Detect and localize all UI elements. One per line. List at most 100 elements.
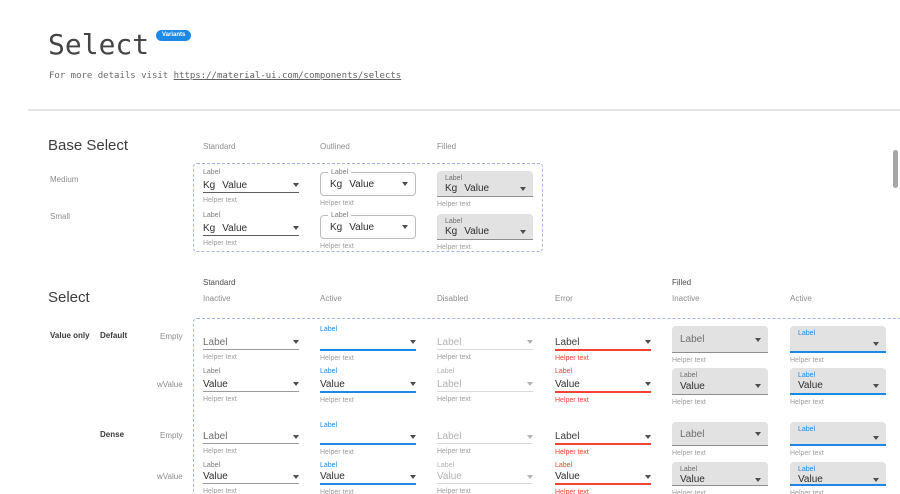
select-value: Label	[680, 334, 704, 345]
select-field-standard-disabled-dense-wvalue[interactable]: Value	[437, 470, 533, 483]
select-underline	[437, 349, 533, 350]
select-value: Value	[437, 471, 462, 482]
select-field-filled-active-dense-empty[interactable]: Label	[790, 422, 886, 446]
select-field-standard-inactive-dense-wvalue[interactable]: Value	[203, 470, 299, 483]
helper-text: Helper text	[437, 201, 533, 208]
select-field-standard-active-default-wvalue[interactable]: Value	[320, 377, 416, 391]
select-field-standard-error-default-empty[interactable]: Label	[555, 335, 651, 349]
dropdown-arrow-icon[interactable]	[410, 340, 416, 344]
helper-text: Helper text	[203, 197, 299, 204]
select-field-standard-disabled-dense-empty[interactable]: Label	[437, 430, 533, 443]
select-value: Value	[680, 474, 705, 485]
state-header-disabled: Disabled	[437, 294, 468, 303]
select-field-standard-active-dense-wvalue[interactable]: Value	[320, 470, 416, 483]
select-field-filled-inactive-default-wvalue[interactable]: LabelValue	[672, 368, 768, 395]
dropdown-arrow-icon[interactable]	[873, 384, 879, 388]
dropdown-arrow-icon[interactable]	[645, 435, 651, 439]
dropdown-arrow-icon[interactable]	[755, 432, 761, 436]
select-label: Label	[437, 367, 533, 377]
dropdown-arrow-icon[interactable]	[873, 436, 879, 440]
base-select-cell-base-standard-small: LabelKgValueHelper text	[203, 211, 299, 247]
scrollbar-thumb[interactable]	[893, 150, 898, 188]
column-header-standard: Standard	[203, 142, 235, 151]
select-value: Value	[798, 380, 823, 391]
select-underline	[437, 443, 533, 444]
select-heading: Select	[48, 289, 90, 306]
dropdown-arrow-icon[interactable]	[293, 435, 299, 439]
dropdown-arrow-icon[interactable]	[402, 225, 408, 229]
dropdown-arrow-icon[interactable]	[410, 382, 416, 386]
select-value: Label	[203, 431, 227, 442]
select-value: Value	[320, 471, 345, 482]
select-field-standard-disabled-default-empty[interactable]: Label	[437, 335, 533, 349]
dropdown-arrow-icon[interactable]	[645, 475, 651, 479]
select-adornment: Kg	[203, 223, 215, 234]
dropdown-arrow-icon[interactable]	[873, 478, 879, 482]
select-label: Label	[798, 371, 879, 380]
helper-text: Helper text	[437, 448, 533, 455]
select-label: Label	[328, 211, 351, 220]
select-field-filled-inactive-default-empty[interactable]: Label	[672, 326, 768, 353]
dropdown-arrow-icon[interactable]	[527, 475, 533, 479]
helper-text: Helper text	[320, 397, 416, 404]
dropdown-arrow-icon[interactable]	[645, 340, 651, 344]
dropdown-arrow-icon[interactable]	[520, 230, 526, 234]
dropdown-arrow-icon[interactable]	[527, 435, 533, 439]
dropdown-arrow-icon[interactable]	[527, 382, 533, 386]
select-field-standard-inactive-dense-empty[interactable]: Label	[203, 430, 299, 443]
select-field-base-filled-small[interactable]: LabelKgValue	[437, 214, 533, 240]
select-adornment: Kg	[330, 179, 342, 190]
helper-text: Helper text	[437, 244, 533, 251]
group-header-standard: Standard	[203, 278, 235, 287]
dropdown-arrow-icon[interactable]	[293, 340, 299, 344]
select-underline	[320, 443, 416, 445]
select-field-standard-error-default-wvalue[interactable]: Value	[555, 377, 651, 391]
dropdown-arrow-icon[interactable]	[755, 338, 761, 342]
dropdown-arrow-icon[interactable]	[410, 435, 416, 439]
select-field-base-filled-medium[interactable]: LabelKgValue	[437, 171, 533, 197]
dropdown-arrow-icon[interactable]	[402, 182, 408, 186]
select-field-standard-error-dense-empty[interactable]: Label	[555, 430, 651, 443]
select-adornment: Kg	[445, 226, 457, 237]
select-adornment: Kg	[330, 222, 342, 233]
dropdown-arrow-icon[interactable]	[873, 342, 879, 346]
select-value: Value	[464, 183, 489, 194]
side-label-value-only: Value only	[50, 331, 90, 340]
state-header-filled-active: Active	[790, 294, 812, 303]
select-field-standard-error-dense-wvalue[interactable]: Value	[555, 470, 651, 483]
select-field-base-standard-medium[interactable]: KgValue	[203, 178, 299, 192]
select-field-base-standard-small[interactable]: KgValue	[203, 221, 299, 235]
select-field-filled-active-default-empty[interactable]: Label	[790, 326, 886, 353]
select-field-standard-active-dense-empty[interactable]	[320, 430, 416, 443]
select-label	[555, 421, 651, 430]
select-field-standard-active-default-empty[interactable]	[320, 335, 416, 349]
dropdown-arrow-icon[interactable]	[755, 478, 761, 482]
dropdown-arrow-icon[interactable]	[293, 183, 299, 187]
dropdown-arrow-icon[interactable]	[755, 384, 761, 388]
material-ui-link[interactable]: https://material-ui.com/components/selec…	[174, 71, 402, 81]
select-field-standard-inactive-default-wvalue[interactable]: Value	[203, 377, 299, 391]
dropdown-arrow-icon[interactable]	[293, 382, 299, 386]
dropdown-arrow-icon[interactable]	[527, 340, 533, 344]
select-field-filled-inactive-dense-wvalue[interactable]: LabelValue	[672, 462, 768, 486]
select-cell-standard-disabled-dense-wvalue: LabelValueHelper text	[437, 461, 533, 494]
select-field-base-outlined-small[interactable]: LabelKgValue	[320, 215, 416, 239]
helper-text: Helper text	[555, 489, 651, 494]
select-field-filled-inactive-dense-empty[interactable]: Label	[672, 422, 768, 446]
dropdown-arrow-icon[interactable]	[410, 475, 416, 479]
select-field-standard-inactive-default-empty[interactable]: Label	[203, 335, 299, 349]
dropdown-arrow-icon[interactable]	[293, 475, 299, 479]
helper-text: Helper text	[790, 490, 886, 494]
select-field-filled-active-default-wvalue[interactable]: LabelValue	[790, 368, 886, 395]
select-field-filled-active-dense-wvalue[interactable]: LabelValue	[790, 462, 886, 486]
select-value: Value	[464, 226, 489, 237]
select-field-standard-disabled-default-wvalue[interactable]: Label	[437, 377, 533, 391]
select-label: Label	[680, 465, 761, 474]
dropdown-arrow-icon[interactable]	[645, 382, 651, 386]
select-field-base-outlined-medium[interactable]: LabelKgValue	[320, 172, 416, 196]
dropdown-arrow-icon[interactable]	[293, 226, 299, 230]
select-value: Label	[555, 431, 579, 442]
select-cell-standard-disabled-default-empty: LabelHelper text	[437, 325, 533, 361]
dropdown-arrow-icon[interactable]	[520, 187, 526, 191]
base-select-cell-base-outlined-medium: LabelKgValueHelper text	[320, 172, 416, 207]
